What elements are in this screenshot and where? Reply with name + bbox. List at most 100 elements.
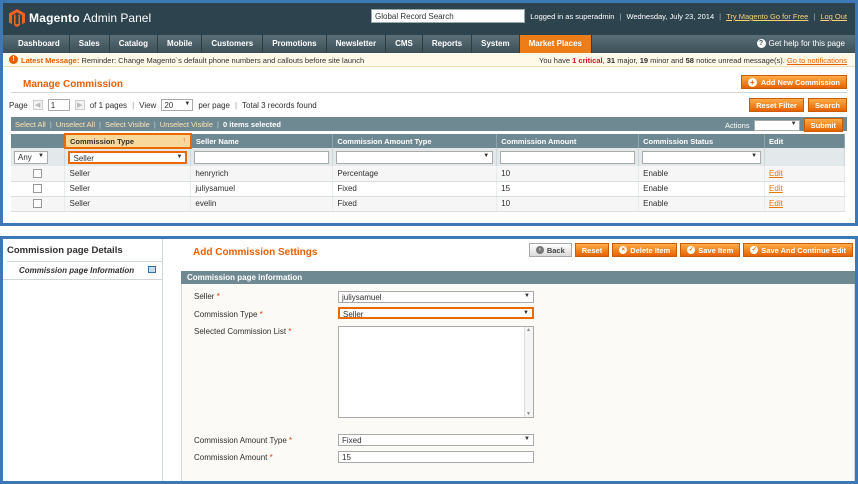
page-number-input[interactable]: 1 [47, 99, 70, 111]
select-visible-link[interactable]: Select Visible [105, 120, 150, 129]
table-row[interactable]: Seller juliysamuel Fixed 15 Enable Edit [11, 181, 845, 197]
row-checkbox[interactable] [33, 184, 43, 194]
list-scrollbar[interactable] [524, 327, 533, 417]
nav-system[interactable]: System [472, 35, 520, 53]
help-link[interactable]: ? Get help for this page [756, 39, 846, 48]
nav-mobile[interactable]: Mobile [158, 35, 203, 53]
magento-logo[interactable]: Magento Admin Panel [9, 9, 151, 27]
selected-commission-list[interactable] [338, 326, 534, 418]
table-row[interactable]: Seller henryrich Percentage 10 Enable Ed… [11, 166, 845, 182]
details-sidebar: Commission page Details Commission page … [3, 239, 163, 481]
minor-count: 19 [639, 56, 649, 65]
nav-market-places[interactable]: Market Places [519, 35, 592, 53]
edit-link[interactable]: Edit [769, 169, 783, 178]
column-header-amount-type[interactable]: Commission Amount Type [332, 134, 498, 148]
amount-input[interactable]: 15 [338, 451, 534, 463]
page-title: Manage Commission [23, 79, 124, 90]
commission-grid: Commission Type ↑ Seller Name Commission … [11, 133, 845, 212]
date-text: Wednesday, July 23, 2014 [626, 12, 715, 21]
filter-status-select[interactable] [642, 150, 762, 164]
nav-newsletter[interactable]: Newsletter [327, 35, 387, 53]
prev-page-icon[interactable]: ◀ [32, 100, 43, 110]
table-row[interactable]: Seller evelin Fixed 10 Enable Edit [11, 196, 845, 212]
nav-promotions[interactable]: Promotions [263, 35, 327, 53]
save-continue-check-icon: ✓ [750, 246, 759, 254]
plus-icon: + [747, 77, 757, 87]
sidebar-title: Commission page Details [7, 245, 162, 262]
filter-seller-name-input[interactable] [194, 150, 330, 164]
seller-select[interactable]: juliysamuel [338, 291, 534, 303]
delete-label: Delete Item [630, 245, 671, 255]
help-icon: ? [756, 39, 766, 48]
search-button[interactable]: Search [807, 98, 847, 112]
back-button[interactable]: ‹ Back [528, 243, 572, 257]
column-header-seller-name[interactable]: Seller Name [190, 134, 334, 148]
amount-label-text: Commission Amount [194, 453, 268, 462]
edit-link[interactable]: Edit [769, 199, 783, 208]
amount-type-label-text: Commission Amount Type [194, 436, 287, 445]
save-item-button[interactable]: ✓ Save Item [680, 243, 741, 257]
pager: Page ◀ 1 ▶ of 1 pages | View 20 per page… [9, 97, 847, 113]
unselect-all-link[interactable]: Unselect All [56, 120, 95, 129]
row-checkbox[interactable] [33, 199, 43, 209]
cell-amount-type: Percentage [332, 166, 498, 182]
cell-amount: 15 [496, 181, 640, 197]
column-header-commission-type[interactable]: Commission Type ↑ [63, 133, 192, 149]
submit-button[interactable]: Submit [803, 118, 843, 132]
filter-any-select[interactable]: Any [14, 150, 48, 164]
reset-filter-button[interactable]: Reset Filter [749, 98, 804, 112]
add-new-label: Add New Commission [760, 77, 840, 87]
nav-cms[interactable]: CMS [386, 35, 423, 53]
page-label: Page [9, 100, 28, 110]
cell-status: Enable [638, 181, 766, 197]
logged-in-text: Logged in as superadmin [530, 12, 615, 21]
logout-link[interactable]: Log Out [820, 12, 847, 21]
mass-action-bar: Select All | Unselect All | Select Visible… [11, 117, 847, 132]
per-page-label: per page [198, 100, 230, 110]
main-nav: Dashboard Sales Catalog Mobile Customers… [3, 35, 855, 53]
add-commission-screen: Commission page Details Commission page … [0, 236, 858, 484]
notice-count: 58 [685, 56, 694, 65]
cell-amount: 10 [496, 166, 640, 182]
amount-type-label: Commission Amount Type * [194, 436, 293, 445]
nav-customers[interactable]: Customers [202, 35, 264, 53]
edit-link[interactable]: Edit [769, 184, 783, 193]
nav-sales[interactable]: Sales [70, 35, 110, 53]
save-continue-label: Save And Continue Edit [761, 245, 846, 255]
manage-commission-screen: Magento Admin Panel Global Record Search… [0, 0, 858, 226]
nav-dashboard[interactable]: Dashboard [9, 35, 70, 53]
amount-type-select[interactable]: Fixed [338, 434, 534, 446]
filter-amount-input[interactable] [500, 150, 636, 164]
delete-item-button[interactable]: × Delete Item [612, 243, 678, 257]
next-page-icon[interactable]: ▶ [74, 100, 85, 110]
unselect-visible-link[interactable]: Unselect Visible [160, 120, 213, 129]
filter-amount-type-select[interactable] [336, 150, 494, 164]
commission-type-select[interactable]: Seller [338, 307, 534, 319]
cell-seller-name: evelin [190, 196, 334, 212]
column-header-amount[interactable]: Commission Amount [496, 134, 640, 148]
go-to-notifications-link[interactable]: Go to notifications [787, 56, 847, 65]
nav-reports[interactable]: Reports [423, 35, 473, 53]
select-all-link[interactable]: Select All [15, 120, 46, 129]
major-suffix: major, [617, 56, 638, 65]
nav-catalog[interactable]: Catalog [110, 35, 159, 53]
items-selected-count: 0 items selected [222, 119, 281, 129]
actions-select[interactable] [753, 119, 800, 131]
save-and-continue-button[interactable]: ✓ Save And Continue Edit [743, 243, 853, 257]
row-checkbox[interactable] [33, 168, 43, 178]
reset-button[interactable]: Reset [574, 243, 610, 257]
help-label: Get help for this page [768, 39, 846, 48]
latest-message-bar: ! Latest Message: Reminder: Change Magen… [3, 53, 855, 67]
global-search-input[interactable]: Global Record Search [371, 9, 525, 23]
tab-label: Commission page Information [19, 266, 135, 275]
tab-commission-page-information[interactable]: Commission page Information [3, 262, 162, 280]
try-magento-link[interactable]: Try Magento Go for Free [726, 12, 808, 21]
details-main: Add Commission Settings ‹ Back Reset × Del… [173, 239, 855, 481]
details-header: Add Commission Settings ‹ Back Reset × Del… [173, 239, 855, 261]
app-title: Magento [29, 11, 80, 25]
filter-commission-type-select[interactable]: Seller [68, 151, 188, 164]
notification-summary: You have 1 critical, 31 major, 19 minor … [539, 56, 847, 65]
add-new-commission-button[interactable]: + Add New Commission [740, 75, 847, 89]
column-header-status[interactable]: Commission Status [638, 134, 766, 148]
per-page-select[interactable]: 20 [161, 99, 194, 111]
